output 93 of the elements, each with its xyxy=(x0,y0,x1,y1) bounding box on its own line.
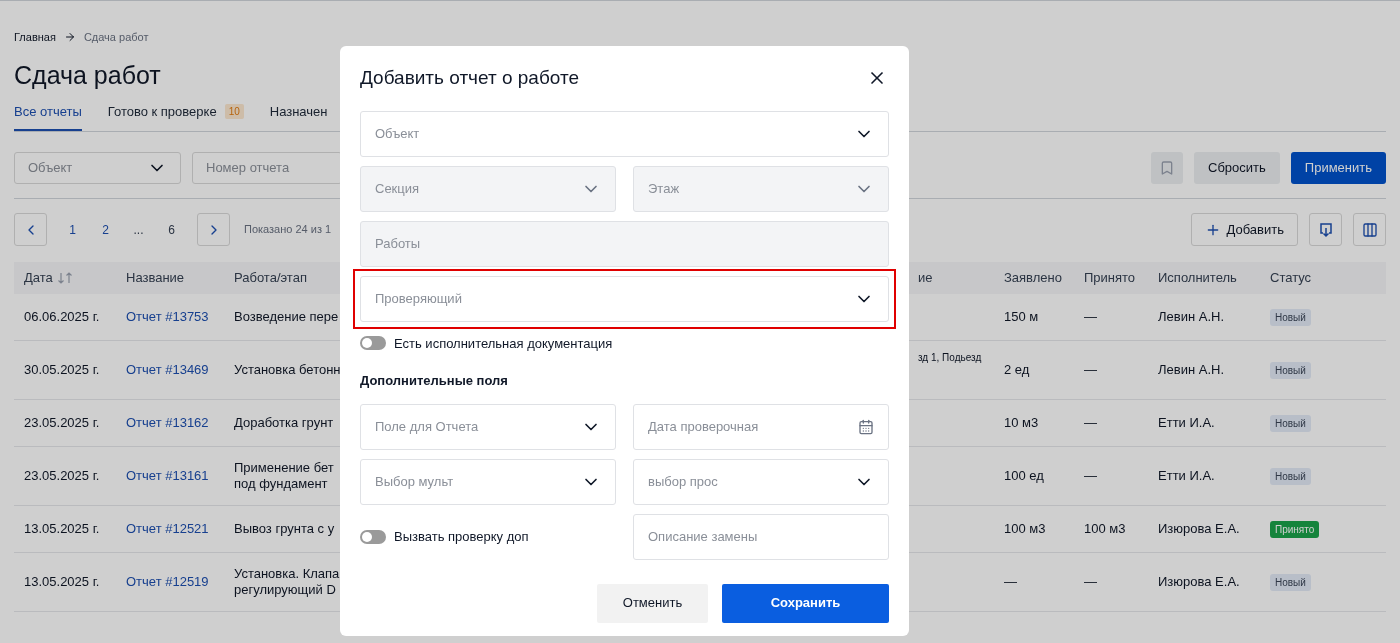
date-field[interactable]: Дата проверочная xyxy=(633,403,889,450)
next-page-button[interactable] xyxy=(197,213,230,246)
column-header: Работа/этап xyxy=(234,269,307,288)
previous-page-button[interactable] xyxy=(14,213,47,246)
report-link[interactable]: Отчет #12519 xyxy=(126,572,209,592)
column-header: Дата xyxy=(24,269,53,288)
table-cell-text: — xyxy=(1084,308,1097,327)
select-field[interactable]: выбор прос xyxy=(633,458,889,505)
table-cell-text: — xyxy=(1084,467,1097,486)
pagination-info: Показано 24 из 1 xyxy=(244,222,332,238)
table-cell-text: 100 м3 xyxy=(1004,520,1046,539)
table-cell-text: 13.05.2025 г. xyxy=(24,573,100,592)
column-header: Заявлено xyxy=(1004,269,1062,288)
table-cell-text: 2 ед xyxy=(1004,361,1030,380)
tab[interactable]: Готово к проверке 10 xyxy=(107,101,244,131)
table-cell-text: Изюрова Е.А. xyxy=(1158,520,1240,539)
arrow-right-icon xyxy=(63,31,76,44)
breadcrumb[interactable]: Главная xyxy=(14,29,56,46)
table-cell-text: 100 ед xyxy=(1004,467,1044,486)
report-link[interactable]: Отчет #12521 xyxy=(126,519,209,539)
column-header: Принято xyxy=(1084,269,1136,288)
input-field[interactable]: Описание замены xyxy=(633,513,889,560)
column-header: Исполнитель xyxy=(1158,269,1237,288)
table-cell: зд 1, Подьезд xyxy=(918,352,982,363)
status-badge: Новый xyxy=(1270,415,1311,433)
table-cell-text: 30.05.2025 г. xyxy=(24,361,100,380)
table-cell: Возведение пере xyxy=(234,309,339,325)
sort-icon[interactable] xyxy=(56,272,73,284)
table-cell-text: Левин А.Н. xyxy=(1158,308,1224,327)
toggle-switch[interactable] xyxy=(360,336,386,351)
page-link[interactable]: 6 xyxy=(156,214,187,245)
reset-button[interactable]: Сбросить xyxy=(1194,152,1280,184)
section-title: Дополнительные поля xyxy=(360,372,509,390)
table-cell: регулирующий D xyxy=(234,582,336,598)
table-cell: Применение бет xyxy=(234,460,334,476)
status-badge: Принято xyxy=(1270,521,1320,539)
column-header: ие xyxy=(918,269,933,288)
table-cell-text: — xyxy=(1084,414,1097,433)
page-link[interactable]: 1 xyxy=(57,214,88,245)
bookmark-button[interactable] xyxy=(1151,152,1184,184)
report-link[interactable]: Отчет #13753 xyxy=(126,307,209,327)
modal-title: Добавить отчет о работе xyxy=(360,66,579,90)
status-badge: Новый xyxy=(1270,468,1311,486)
add-button[interactable]: Добавить xyxy=(1190,213,1298,246)
toggle-switch[interactable] xyxy=(360,529,386,544)
table-cell: Установка. Клапа xyxy=(234,566,340,582)
report-link[interactable]: Отчет #13469 xyxy=(126,360,209,380)
table-cell: Установка бетонн xyxy=(234,362,341,378)
select-field[interactable]: Объект xyxy=(360,110,889,157)
page-link[interactable]: 2 xyxy=(90,214,121,245)
columns-icon xyxy=(1361,221,1378,238)
table-cell-text: 13.05.2025 г. xyxy=(24,520,100,539)
apply-button[interactable]: Применить xyxy=(1290,152,1386,184)
table-cell-text: 150 м xyxy=(1004,308,1039,327)
tab[interactable]: Все отчеты xyxy=(14,101,82,131)
select-field[interactable]: Поле для Отчета xyxy=(360,403,616,450)
count-badge: 10 xyxy=(224,103,244,119)
table-cell-text: Изюрова Е.А. xyxy=(1158,573,1240,592)
status-badge: Новый xyxy=(1270,362,1311,380)
select-field[interactable]: Проверяющий xyxy=(360,275,889,322)
report-link[interactable]: Отчет #13162 xyxy=(126,413,209,433)
tab[interactable]: Назначен xyxy=(269,101,328,131)
table-cell-text: — xyxy=(1084,573,1097,592)
columns-button[interactable] xyxy=(1353,213,1386,246)
download-button[interactable] xyxy=(1309,213,1342,246)
calendar-icon xyxy=(858,418,874,435)
table-cell-text: 100 м3 xyxy=(1084,520,1126,539)
table-cell: Доработка грунт xyxy=(234,415,334,431)
download-icon xyxy=(1317,221,1334,238)
table-cell-text: 23.05.2025 г. xyxy=(24,467,100,486)
column-header: Название xyxy=(126,269,185,288)
table-cell-text: 06.06.2025 г. xyxy=(24,308,100,327)
table-cell-text: 10 м3 xyxy=(1004,414,1039,433)
table-cell-text: Етти И.А. xyxy=(1158,467,1215,486)
save-button[interactable]: Сохранить xyxy=(722,583,889,623)
column-header: Статус xyxy=(1270,269,1312,288)
page-link[interactable]: ... xyxy=(123,214,154,245)
cancel-button[interactable]: Отменить xyxy=(597,583,708,623)
table-cell-text: 23.05.2025 г. xyxy=(24,414,100,433)
table-cell: Вывоз грунта с у xyxy=(234,521,335,537)
select-field[interactable]: Выбор мульт xyxy=(360,458,616,505)
toggle-label: Вызвать проверку доп xyxy=(394,527,529,546)
status-badge: Новый xyxy=(1270,309,1311,327)
table-cell-text: — xyxy=(1084,361,1097,380)
table-cell-text: Етти И.А. xyxy=(1158,414,1215,433)
table-cell: под фундамент xyxy=(234,476,328,492)
table-cell-text: Левин А.Н. xyxy=(1158,361,1224,380)
page-title: Сдача работ xyxy=(14,59,161,90)
breadcrumb: Сдача работ xyxy=(83,30,149,45)
report-link[interactable]: Отчет #13161 xyxy=(126,466,209,486)
status-badge: Новый xyxy=(1270,574,1311,592)
table-cell-text: — xyxy=(1004,573,1017,592)
toggle-label: Есть исполнительная документация xyxy=(394,334,613,353)
